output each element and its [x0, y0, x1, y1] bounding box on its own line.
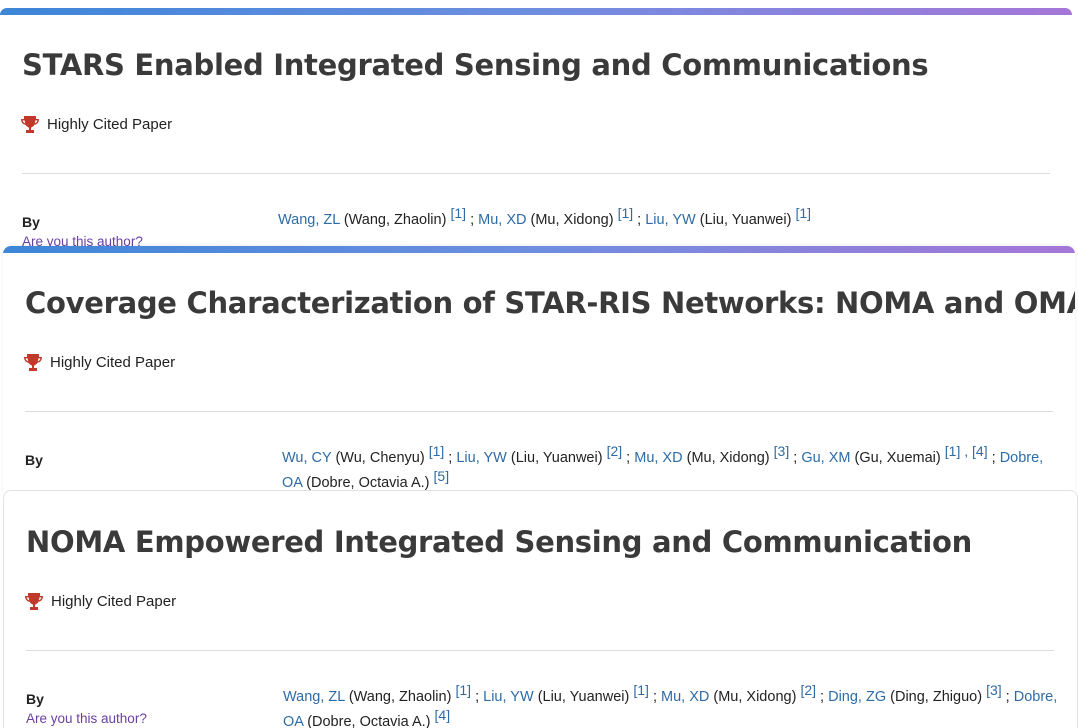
author-full-name: (Dobre, Octavia A.) [307, 714, 431, 728]
author-link[interactable]: Mu, XD [634, 450, 682, 466]
card-accent-bar [0, 8, 1072, 15]
author-link[interactable]: Liu, YW [645, 212, 696, 228]
author-full-name: (Dobre, Octavia A.) [306, 475, 430, 491]
record-card-stack: STARS Enabled Integrated Sensing and Com… [0, 0, 1078, 728]
record-card: NOMA Empowered Integrated Sensing and Co… [3, 490, 1078, 728]
affiliation-ref[interactable]: [1] [795, 205, 811, 221]
author-link[interactable]: Mu, XD [661, 689, 709, 705]
badge-label: Highly Cited Paper [50, 354, 176, 371]
card-accent-bar [3, 246, 1075, 253]
author-list: Wu, CY (Wu, Chenyu) [1] ; Liu, YW (Liu, … [282, 443, 1044, 491]
record-title[interactable]: Coverage Characterization of STAR-RIS Ne… [25, 286, 1075, 320]
trophy-icon [21, 116, 39, 133]
author-link[interactable]: Wu, CY [282, 450, 331, 466]
by-label: By [26, 691, 44, 707]
author-link[interactable]: Mu, XD [478, 212, 526, 228]
author-full-name: (Ding, Zhiguo) [890, 689, 983, 705]
author-full-name: (Wu, Chenyu) [335, 450, 425, 466]
affiliation-ref[interactable]: [1] [618, 205, 634, 221]
author-link[interactable]: Liu, YW [483, 689, 534, 705]
claim-author-link[interactable]: Are you this author? [26, 711, 147, 726]
highly-cited-badge: Highly Cited Paper [23, 353, 175, 372]
affiliation-ref[interactable]: [2] [607, 443, 623, 459]
record-title[interactable]: NOMA Empowered Integrated Sensing and Co… [26, 525, 972, 559]
divider [25, 411, 1053, 412]
author-full-name: (Wang, Zhaolin) [348, 689, 452, 705]
author-full-name: (Wang, Zhaolin) [343, 212, 447, 228]
author-full-name: (Gu, Xuemai) [854, 450, 941, 466]
author-full-name: (Liu, Yuanwei) [510, 450, 603, 466]
affiliation-ref[interactable]: [4] [435, 707, 451, 723]
record-card: STARS Enabled Integrated Sensing and Com… [0, 0, 1072, 248]
trophy-icon [24, 354, 42, 371]
author-list: Wang, ZL (Wang, Zhaolin) [1] ; Liu, YW (… [283, 682, 1058, 728]
divider [22, 173, 1050, 174]
badge-label: Highly Cited Paper [47, 116, 173, 133]
author-full-name: (Liu, Yuanwei) [537, 689, 630, 705]
affiliation-ref[interactable]: [1] , [4] [945, 443, 988, 459]
highly-cited-badge: Highly Cited Paper [24, 592, 176, 611]
record-card: Coverage Characterization of STAR-RIS Ne… [3, 246, 1075, 492]
affiliation-ref[interactable]: [1] [633, 682, 649, 698]
highly-cited-badge: Highly Cited Paper [20, 115, 172, 134]
author-link[interactable]: Wang, ZL [283, 689, 345, 705]
by-label: By [22, 214, 40, 230]
author-link[interactable]: Liu, YW [456, 450, 507, 466]
affiliation-ref[interactable]: [2] [800, 682, 816, 698]
affiliation-ref[interactable]: [1] [429, 443, 445, 459]
record-title[interactable]: STARS Enabled Integrated Sensing and Com… [22, 48, 929, 82]
author-link[interactable]: Wang, ZL [278, 212, 340, 228]
badge-label: Highly Cited Paper [51, 593, 177, 610]
author-full-name: (Mu, Xidong) [530, 212, 614, 228]
trophy-icon [25, 593, 43, 610]
author-link[interactable]: Gu, XM [801, 450, 850, 466]
author-list: Wang, ZL (Wang, Zhaolin) [1] ; Mu, XD (M… [278, 205, 812, 228]
by-label: By [25, 452, 43, 468]
author-full-name: (Mu, Xidong) [686, 450, 770, 466]
author-full-name: (Mu, Xidong) [713, 689, 797, 705]
affiliation-ref[interactable]: [5] [434, 468, 450, 484]
affiliation-ref[interactable]: [3] [986, 682, 1002, 698]
affiliation-ref[interactable]: [3] [774, 443, 790, 459]
affiliation-ref[interactable]: [1] [455, 682, 471, 698]
author-link[interactable]: Ding, ZG [828, 689, 886, 705]
affiliation-ref[interactable]: [1] [450, 205, 466, 221]
divider [26, 650, 1054, 651]
author-full-name: (Liu, Yuanwei) [699, 212, 792, 228]
